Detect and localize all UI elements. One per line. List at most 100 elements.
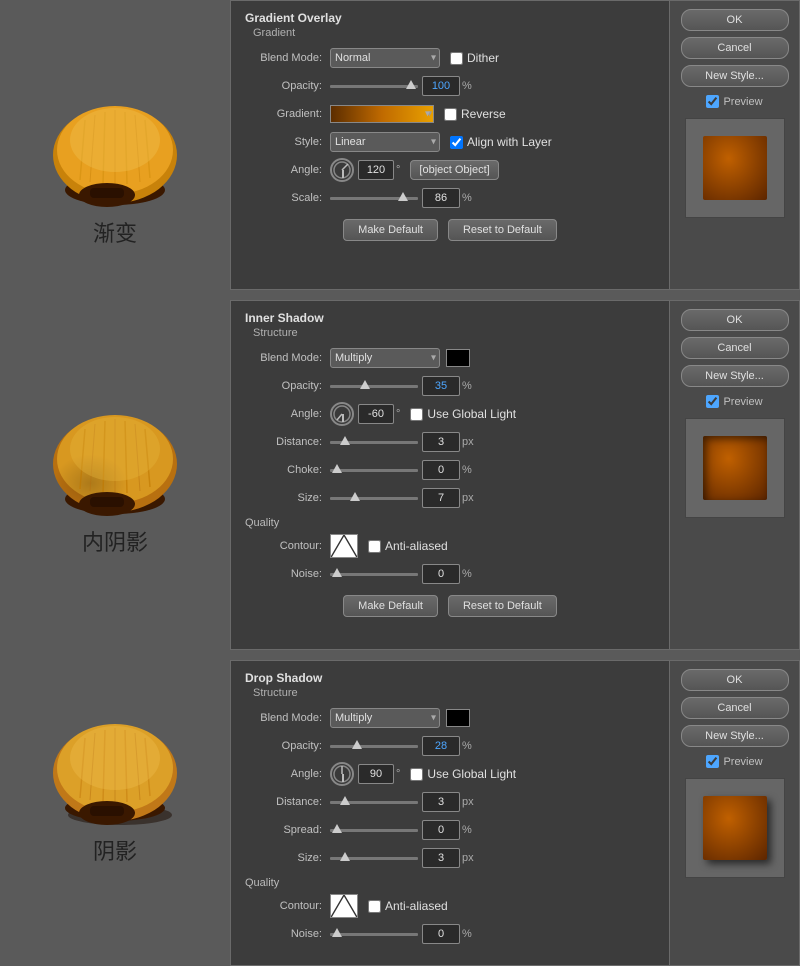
- use-global-light-checkbox-2[interactable]: [410, 408, 423, 421]
- dither-checkbox[interactable]: [450, 52, 463, 65]
- scale-input[interactable]: [422, 188, 460, 208]
- reset-alignment-button[interactable]: [object Object]: [410, 160, 498, 180]
- make-default-button-2[interactable]: Make Default: [343, 595, 438, 617]
- contour-select-3[interactable]: [330, 894, 358, 918]
- anti-aliased-checkbox-2[interactable]: [368, 540, 381, 553]
- noise-input-2[interactable]: [422, 564, 460, 584]
- angle-row-2: Angle: ° Use Global Light: [245, 403, 655, 425]
- blend-color-swatch-2[interactable]: [446, 349, 470, 367]
- style-select[interactable]: Linear Radial Angle: [330, 132, 440, 152]
- angle-dial-1[interactable]: [330, 158, 354, 182]
- gradient-select-wrapper[interactable]: ▾: [330, 105, 434, 123]
- opacity-slider-2[interactable]: [330, 379, 418, 393]
- size-unit-3: px: [462, 852, 474, 864]
- use-global-light-checkbox-3[interactable]: [410, 768, 423, 781]
- opacity-slider-1[interactable]: [330, 79, 418, 93]
- new-style-button-2[interactable]: New Style...: [681, 365, 789, 387]
- distance-input-3[interactable]: [422, 792, 460, 812]
- distance-row-3: Distance: px: [245, 791, 655, 813]
- distance-slider-3[interactable]: [330, 795, 418, 809]
- preview-thumb-3: [685, 778, 785, 878]
- left-panel: 渐变 内阴影: [0, 0, 230, 966]
- opacity-label-1: Opacity:: [245, 80, 330, 92]
- brush-label-drop-shadow: 阴影: [93, 834, 137, 866]
- preview-checkbox-3[interactable]: [706, 755, 719, 768]
- use-global-light-label-2: Use Global Light: [427, 407, 516, 421]
- angle-input-2[interactable]: [358, 404, 394, 424]
- blend-mode-select-wrapper[interactable]: Normal Multiply Screen: [330, 48, 440, 68]
- opacity-unit-3: %: [462, 740, 472, 752]
- opacity-label-2: Opacity:: [245, 380, 330, 392]
- distance-unit-3: px: [462, 796, 474, 808]
- choke-input[interactable]: [422, 460, 460, 480]
- angle-dial-2[interactable]: [330, 402, 354, 426]
- new-style-button-1[interactable]: New Style...: [681, 65, 789, 87]
- align-layer-checkbox[interactable]: [450, 136, 463, 149]
- noise-slider-2[interactable]: [330, 567, 418, 581]
- angle-input-3[interactable]: [358, 764, 394, 784]
- brush-label-inner-shadow: 内阴影: [82, 525, 148, 557]
- choke-slider[interactable]: [330, 463, 418, 477]
- reverse-checkbox[interactable]: [444, 108, 457, 121]
- opacity-unit-2: %: [462, 380, 472, 392]
- drop-shadow-dialog: Drop Shadow Structure Blend Mode: Multip…: [230, 660, 670, 966]
- opacity-input-1[interactable]: [422, 76, 460, 96]
- ok-button-1[interactable]: OK: [681, 9, 789, 31]
- blend-color-swatch-3[interactable]: [446, 709, 470, 727]
- brush-illustration-inner-shadow: [35, 409, 195, 519]
- anti-aliased-checkbox-3[interactable]: [368, 900, 381, 913]
- blend-mode-select-3[interactable]: Multiply Normal Screen: [330, 708, 440, 728]
- ok-button-3[interactable]: OK: [681, 669, 789, 691]
- opacity-slider-3[interactable]: [330, 739, 418, 753]
- noise-input-3[interactable]: [422, 924, 460, 944]
- cancel-button-1[interactable]: Cancel: [681, 37, 789, 59]
- cancel-button-2[interactable]: Cancel: [681, 337, 789, 359]
- opacity-input-3[interactable]: [422, 736, 460, 756]
- opacity-input-2[interactable]: [422, 376, 460, 396]
- reset-to-default-button-1[interactable]: Reset to Default: [448, 219, 557, 241]
- noise-label-2: Noise:: [245, 568, 330, 580]
- quality-header-3: Quality: [245, 877, 655, 889]
- spread-input[interactable]: [422, 820, 460, 840]
- size-slider-3[interactable]: [330, 851, 418, 865]
- reset-to-default-button-2[interactable]: Reset to Default: [448, 595, 557, 617]
- ok-button-2[interactable]: OK: [681, 309, 789, 331]
- size-input-3[interactable]: [422, 848, 460, 868]
- blend-mode-select[interactable]: Normal Multiply Screen: [330, 48, 440, 68]
- preview-checkbox-1[interactable]: [706, 95, 719, 108]
- angle-dial-3[interactable]: [330, 762, 354, 786]
- blend-mode-select-wrapper-3[interactable]: Multiply Normal Screen: [330, 708, 440, 728]
- blend-mode-label-3: Blend Mode:: [245, 712, 330, 724]
- opacity-row-2: Opacity: %: [245, 375, 655, 397]
- preview-label-3: Preview: [723, 756, 762, 768]
- panel2-subtitle: Structure: [245, 327, 655, 339]
- quality-header-2: Quality: [245, 517, 655, 529]
- size-label-3: Size:: [245, 852, 330, 864]
- new-style-button-3[interactable]: New Style...: [681, 725, 789, 747]
- distance-slider-2[interactable]: [330, 435, 418, 449]
- size-input-2[interactable]: [422, 488, 460, 508]
- reverse-label: Reverse: [461, 107, 506, 121]
- gradient-swatch[interactable]: [330, 105, 434, 123]
- noise-slider-3[interactable]: [330, 927, 418, 941]
- brush-illustration-drop-shadow: [35, 718, 195, 828]
- style-label: Style:: [245, 136, 330, 148]
- spread-unit: %: [462, 824, 472, 836]
- make-default-button-1[interactable]: Make Default: [343, 219, 438, 241]
- cancel-button-3[interactable]: Cancel: [681, 697, 789, 719]
- scale-slider[interactable]: [330, 191, 418, 205]
- angle-input-1[interactable]: [358, 160, 394, 180]
- scale-label: Scale:: [245, 192, 330, 204]
- preview-checkbox-2[interactable]: [706, 395, 719, 408]
- size-slider-2[interactable]: [330, 491, 418, 505]
- contour-select-2[interactable]: [330, 534, 358, 558]
- panel3-right-buttons: OK Cancel New Style... Preview: [670, 660, 800, 966]
- blend-mode-select-2[interactable]: Multiply Normal Screen: [330, 348, 440, 368]
- angle-unit-3: °: [396, 768, 400, 780]
- blend-mode-row-3: Blend Mode: Multiply Normal Screen: [245, 707, 655, 729]
- distance-input-2[interactable]: [422, 432, 460, 452]
- spread-slider[interactable]: [330, 823, 418, 837]
- blend-mode-select-wrapper-2[interactable]: Multiply Normal Screen: [330, 348, 440, 368]
- noise-unit-2: %: [462, 568, 472, 580]
- style-select-wrapper[interactable]: Linear Radial Angle: [330, 132, 440, 152]
